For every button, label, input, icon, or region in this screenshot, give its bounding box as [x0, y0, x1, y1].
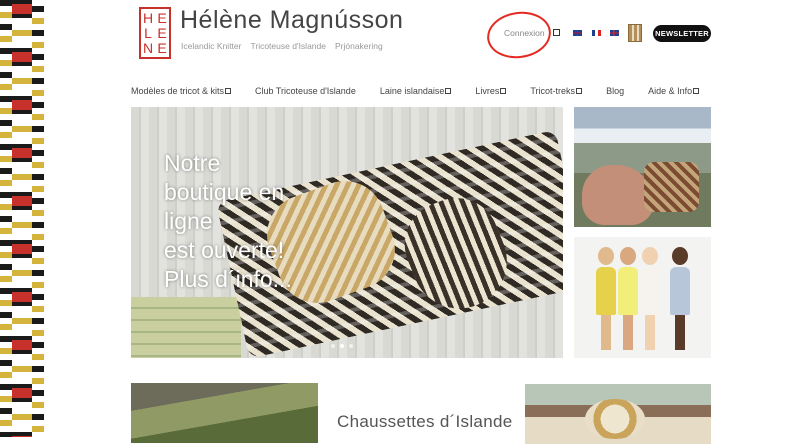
submenu-icon [445, 88, 452, 94]
submenu-icon [225, 88, 232, 94]
site-tagline: Icelandic Knitter Tricoteuse d'Islande P… [181, 41, 383, 51]
hero-caption-line: Plus d´info... [164, 266, 292, 292]
slider-dot[interactable] [349, 344, 353, 348]
logo-letter: L [144, 24, 152, 41]
hero-caption-line: est ouverte! [164, 237, 285, 263]
hero-caption-line: boutique en [164, 179, 285, 205]
doll-figure [596, 247, 616, 352]
slider-dot[interactable] [331, 344, 335, 348]
flag-fr-icon[interactable] [592, 30, 601, 36]
hero-caption-line: Notre [164, 150, 221, 176]
nav-item-label: Laine islandaise [379, 86, 445, 96]
logo-letter: E [157, 24, 167, 41]
knitting-hands-image[interactable] [574, 107, 711, 227]
main-nav: Modèles de tricot & kits Club Tricoteuse… [131, 86, 723, 96]
submenu-icon [693, 88, 700, 94]
knitting-badge-icon[interactable] [628, 24, 642, 42]
decorative-side-border [0, 0, 44, 437]
nav-item-label: Tricot-treks [530, 86, 576, 96]
logo-letter: E [157, 9, 167, 26]
newsletter-button[interactable]: NEWSLETTER [653, 25, 711, 42]
site-logo[interactable]: H E L E N E [139, 7, 171, 59]
nav-item-label: Club Tricoteuse d'Islande [255, 86, 356, 96]
logo-letter: H [142, 9, 154, 26]
nav-item-label: Blog [606, 86, 625, 96]
nav-item-books[interactable]: Livres [475, 86, 507, 96]
nav-item-help[interactable]: Aide & Info [648, 86, 700, 96]
nav-item-blog[interactable]: Blog [606, 86, 624, 96]
tagline-item: Tricoteuse d'Islande [250, 41, 326, 51]
tagline-item: Icelandic Knitter [181, 41, 242, 51]
border-stripe [0, 0, 12, 437]
dolls-image[interactable] [574, 237, 711, 358]
doll-figure [670, 247, 690, 352]
tagline-item: Prjónakering [334, 41, 383, 51]
landscape-image[interactable] [131, 383, 318, 443]
nav-item-treks[interactable]: Tricot-treks [530, 86, 583, 96]
doll-figure [640, 247, 660, 352]
doll-figure [618, 247, 638, 352]
flag-is-icon[interactable] [610, 30, 619, 36]
nav-item-label: Livres [475, 86, 500, 96]
hero-slider[interactable]: Notre boutique en ligne est ouverte! Plu… [131, 107, 563, 358]
slider-dots [331, 344, 353, 348]
login-link[interactable]: Connexion [504, 28, 545, 38]
nav-item-label: Modèles de tricot & kits [131, 86, 225, 96]
flag-uk-icon[interactable] [573, 30, 582, 36]
border-stripe [12, 0, 32, 437]
hero-caption-line: ligne [164, 208, 213, 234]
user-icon[interactable] [553, 29, 560, 36]
nav-item-label: Aide & Info [648, 86, 693, 96]
slider-dot-active[interactable] [340, 344, 344, 348]
border-stripe [32, 0, 44, 437]
submenu-icon [500, 88, 507, 94]
yarn-image[interactable] [525, 384, 711, 444]
submenu-icon [576, 88, 583, 94]
nav-item-patterns[interactable]: Modèles de tricot & kits [131, 86, 232, 96]
logo-letter: N [142, 39, 154, 56]
hero-bench-image [131, 297, 241, 358]
nav-item-yarn[interactable]: Laine islandaise [380, 86, 452, 96]
hero-caption[interactable]: Notre boutique en ligne est ouverte! Plu… [164, 149, 292, 294]
yarn-shape [585, 399, 645, 439]
logo-letter: E [157, 39, 167, 56]
nav-item-club[interactable]: Club Tricoteuse d'Islande [255, 86, 356, 96]
site-title[interactable]: Hélène Magnússon [180, 6, 403, 35]
section-title[interactable]: Chaussettes d´Islande [337, 412, 512, 432]
knit-shape [644, 162, 699, 212]
